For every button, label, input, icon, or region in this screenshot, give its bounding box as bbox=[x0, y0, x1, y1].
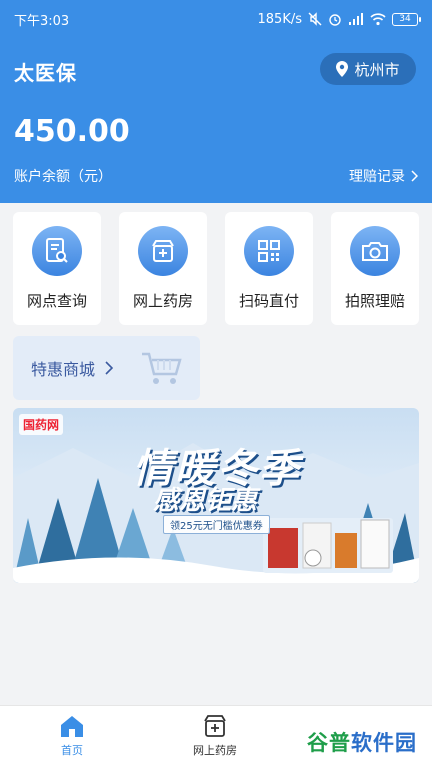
alarm-icon bbox=[329, 14, 341, 26]
service-label: 拍照理赔 bbox=[344, 292, 405, 310]
service-label: 扫码直付 bbox=[238, 292, 299, 310]
location-pin-icon bbox=[336, 61, 349, 77]
service-photo-claim[interactable]: 拍照理赔 bbox=[331, 212, 419, 325]
wifi-icon bbox=[370, 13, 386, 26]
status-time: 下午3:03 bbox=[14, 13, 70, 29]
shopping-cart-icon bbox=[142, 352, 182, 384]
search-document-icon bbox=[32, 226, 82, 276]
mall-label: 特惠商城 bbox=[31, 360, 96, 379]
status-icons: 185K/s 34 bbox=[257, 11, 421, 27]
app-title: 太医保 bbox=[14, 61, 77, 85]
service-scan-pay[interactable]: 扫码直付 bbox=[225, 212, 313, 325]
discount-mall-button[interactable]: 特惠商城 bbox=[13, 336, 200, 400]
pharmacy-store-icon bbox=[204, 715, 226, 737]
status-bar: 下午3:03 185K/s 34 bbox=[0, 0, 432, 38]
mute-icon bbox=[308, 12, 322, 26]
battery-icon: 34 bbox=[392, 12, 421, 26]
home-icon bbox=[61, 716, 83, 737]
chevron-right-icon bbox=[411, 170, 418, 182]
service-online-pharmacy[interactable]: 网上药房 bbox=[119, 212, 207, 325]
banner-coupon: 领25元无门槛优惠券 bbox=[163, 515, 270, 534]
network-speed: 185K/s bbox=[257, 11, 303, 27]
pharmacy-store-icon bbox=[138, 226, 188, 276]
banner-subtitle: 感恩钜惠 bbox=[153, 486, 258, 516]
promo-banner[interactable]: 国药网 情暖冬季 感恩钜惠 领25元无门槛优惠券 bbox=[13, 408, 419, 583]
claims-record-label: 理赔记录 bbox=[349, 169, 405, 185]
chevron-right-icon bbox=[105, 361, 114, 375]
balance-label: 账户余额（元） bbox=[14, 169, 112, 185]
banner-logo: 国药网 bbox=[19, 414, 64, 435]
service-outlet-search[interactable]: 网点查询 bbox=[13, 212, 101, 325]
tab-online-pharmacy[interactable]: 网上药房 bbox=[160, 714, 270, 758]
watermark: 谷普 软件园 bbox=[298, 725, 426, 759]
tab-label: 首页 bbox=[61, 744, 83, 757]
service-grid: 网点查询 网上药房 扫码直付 拍照理赔 bbox=[13, 212, 419, 325]
signal-icon bbox=[349, 13, 363, 25]
watermark-part1: 谷普 bbox=[307, 731, 351, 755]
tab-label: 网上药房 bbox=[193, 744, 237, 757]
header: 下午3:03 185K/s 34 太医保 杭州市 450.00 账户余额（元） … bbox=[0, 0, 432, 203]
claims-record-link[interactable]: 理赔记录 bbox=[349, 166, 418, 186]
city-label: 杭州市 bbox=[354, 60, 400, 79]
service-label: 网上药房 bbox=[132, 292, 193, 310]
tab-home[interactable]: 首页 bbox=[17, 714, 127, 758]
camera-icon bbox=[350, 226, 400, 276]
account-balance: 450.00 bbox=[14, 114, 130, 149]
service-label: 网点查询 bbox=[26, 292, 87, 310]
watermark-part2: 软件园 bbox=[351, 731, 417, 755]
qr-code-icon bbox=[244, 226, 294, 276]
city-selector-button[interactable]: 杭州市 bbox=[320, 53, 416, 85]
